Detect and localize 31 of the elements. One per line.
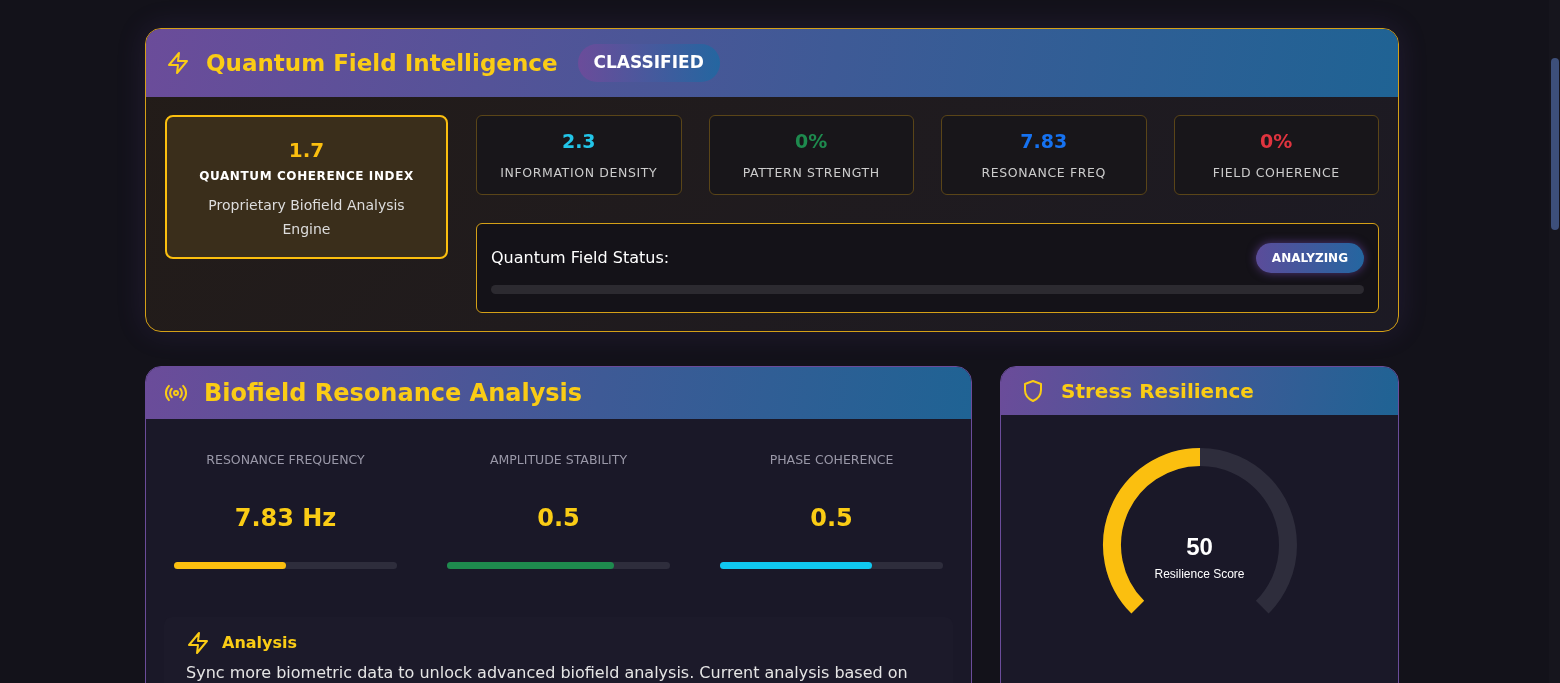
status-label: Quantum Field Status: xyxy=(491,246,670,269)
stat-value: 0% xyxy=(1260,129,1293,155)
card-title: Biofield Resonance Analysis xyxy=(204,378,583,409)
metric-label: RESONANCE FREQUENCY xyxy=(206,451,365,469)
classified-badge: CLASSIFIED xyxy=(577,44,720,82)
metric-label: PHASE COHERENCE xyxy=(769,451,894,469)
metric-value: 0.5 xyxy=(810,502,853,534)
resilience-label: Resilience Score xyxy=(1154,566,1245,583)
stat-value: 2.3 xyxy=(561,129,596,155)
card-title: Stress Resilience xyxy=(1061,378,1254,405)
card-title: Quantum Field Intelligence xyxy=(206,48,558,78)
stat-value: 0% xyxy=(795,129,828,155)
index-label: QUANTUM COHERENCE INDEX xyxy=(199,168,414,185)
metric-value: 0.5 xyxy=(537,502,580,534)
stat-label: RESONANCE FREQ xyxy=(981,163,1107,182)
lightning-icon xyxy=(166,51,190,75)
analysis-title: Analysis xyxy=(222,631,297,654)
index-caption: Proprietary Biofield Analysis Engine xyxy=(207,196,406,239)
stat-value: 7.83 xyxy=(1020,129,1068,155)
scrollbar-thumb[interactable] xyxy=(1551,58,1559,230)
analysis-text: Sync more biometric data to unlock advanced biofield analysis. Current analysis based on xyxy=(186,661,909,683)
metric-label: AMPLITUDE STABILITY xyxy=(489,451,628,469)
shield-icon xyxy=(1021,379,1045,403)
analyzing-badge: ANALYZING xyxy=(1255,242,1364,273)
resilience-score: 50 xyxy=(1186,532,1213,562)
stat-label: PATTERN STRENGTH xyxy=(742,163,880,182)
stat-label: FIELD COHERENCE xyxy=(1212,163,1340,182)
stat-label: INFORMATION DENSITY xyxy=(500,163,658,182)
index-value: 1.7 xyxy=(288,137,325,164)
lightning-icon xyxy=(186,630,210,655)
metric-value: 7.83 Hz xyxy=(234,502,337,534)
